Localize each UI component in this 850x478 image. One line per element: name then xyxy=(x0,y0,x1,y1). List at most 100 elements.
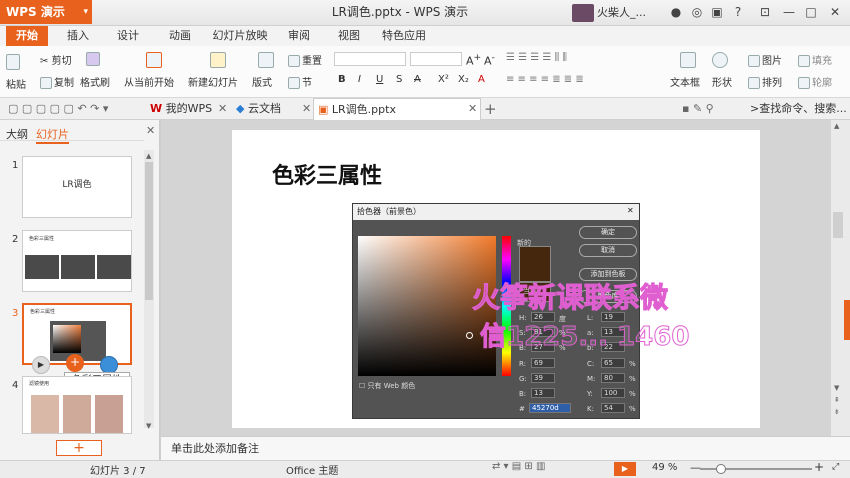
paste-button[interactable]: 粘贴 xyxy=(6,76,26,91)
scrollbar-thumb[interactable] xyxy=(833,212,843,238)
play-icon[interactable]: ▶ xyxy=(32,356,50,374)
page-nav-icons[interactable]: ▼ ⇞ ⇟ xyxy=(834,382,840,418)
copy-button[interactable]: 复制 xyxy=(40,74,74,89)
close-tab-icon[interactable]: ✕ xyxy=(218,98,227,120)
layout-button[interactable]: 版式 xyxy=(252,74,272,89)
play-from-current-icon xyxy=(146,52,164,68)
watermark-line1: 火筝新课联系微 xyxy=(471,281,669,315)
font-size-select[interactable] xyxy=(410,52,462,66)
subscript-icon[interactable]: X₂ xyxy=(458,74,469,85)
grow-font-icon[interactable]: A+ xyxy=(466,52,481,68)
brush-icon[interactable] xyxy=(86,52,102,66)
user-account[interactable]: 火柴人_... xyxy=(572,3,646,23)
format-painter-button[interactable]: 格式刷 xyxy=(80,74,110,89)
add-slide-icon[interactable]: + xyxy=(66,354,84,372)
thumb-title: 色彩三属性 xyxy=(29,236,55,242)
watermark-line2: 信1225... 1460 xyxy=(479,322,690,353)
tab-my-wps[interactable]: W 我的WPS xyxy=(146,98,212,120)
zoom-level: 49 % xyxy=(652,462,678,473)
tab-insert[interactable]: 插入 xyxy=(60,26,96,46)
tab-slides[interactable]: 幻灯片 xyxy=(36,126,69,144)
slide-thumbnail-1[interactable]: LR调色 xyxy=(22,156,132,218)
restore-panel-icon[interactable]: ⊡ xyxy=(754,2,776,22)
scroll-up-icon[interactable]: ▲ xyxy=(146,152,151,160)
picture-button[interactable]: 图片 xyxy=(748,52,782,67)
avatar xyxy=(572,4,594,22)
from-current-button[interactable]: 从当前开始 xyxy=(124,74,174,89)
thumb-title: 滤镜使用 xyxy=(29,381,50,387)
underline-icon[interactable]: U xyxy=(376,74,383,85)
slide-thumbnail-4[interactable]: 滤镜使用 xyxy=(22,376,132,434)
slideshow-play-icon[interactable]: ▶ xyxy=(614,462,636,476)
paste-icon[interactable] xyxy=(6,54,22,70)
scrollbar-thumb[interactable] xyxy=(145,162,153,300)
fill-button[interactable]: 填充 xyxy=(798,52,832,67)
slide-thumbnail-2[interactable]: 色彩三属性 xyxy=(22,230,132,292)
thumb-photo xyxy=(95,395,123,433)
cut-button[interactable]: ✂ 剪切 xyxy=(40,52,72,67)
font-color-icon[interactable]: A xyxy=(478,74,485,85)
close-tab-icon[interactable]: ✕ xyxy=(302,98,311,120)
tab-view[interactable]: 视图 xyxy=(332,26,366,46)
tab-review[interactable]: 审阅 xyxy=(282,26,316,46)
list-icons[interactable]: ☰ ☰ ☰ ☰ ⫼ ⫼ xyxy=(506,52,567,63)
view-toggle-icons[interactable]: ⇄ ▾ ▤ ⊞ ▥ xyxy=(492,461,545,472)
tab-cloud-docs[interactable]: ◆ 云文档 xyxy=(232,98,281,120)
cmyk-k-unit: % xyxy=(629,405,636,413)
shadow-icon[interactable]: S xyxy=(396,74,402,85)
superscript-icon[interactable]: X² xyxy=(438,74,449,85)
settings-icon[interactable]: ◎ xyxy=(686,2,708,22)
reset-button[interactable]: 重置 xyxy=(288,52,322,67)
thumb-title: 色彩三属性 xyxy=(30,309,56,315)
maximize-icon[interactable]: □ xyxy=(800,2,822,22)
web-colors-label: 只有 Web 颜色 xyxy=(367,382,416,390)
shape-button[interactable]: 形状 xyxy=(712,74,732,89)
align-icons[interactable]: ≡ ≡ ≡ ≡ ≣ ≣ ≣ xyxy=(506,74,584,85)
strikethrough-icon[interactable]: A xyxy=(414,74,421,85)
bold-icon[interactable]: B xyxy=(338,74,346,85)
zoom-in-icon[interactable]: + xyxy=(814,460,824,474)
new-slide-bottom-button[interactable]: + xyxy=(56,440,102,456)
tab-lr-pptx[interactable]: ▣ LR调色.pptx xyxy=(313,98,481,120)
quick-access-icons[interactable]: ▢ ▢ ▢ ▢ ▢ ↶ ↷ ▾ xyxy=(4,98,108,120)
rgb-b-field: 13 xyxy=(531,388,555,398)
tab-home[interactable]: 开始 xyxy=(6,26,48,46)
help-icon[interactable]: ? xyxy=(727,2,749,22)
tab-slideshow[interactable]: 幻灯片放映 xyxy=(210,26,270,46)
app-menu-button[interactable]: WPS 演示 ▾ xyxy=(0,0,92,24)
close-panel-icon[interactable]: ✕ xyxy=(146,124,155,137)
skin-icon[interactable]: ● xyxy=(665,2,687,22)
new-tab-icon[interactable]: + xyxy=(484,98,497,120)
font-name-select[interactable] xyxy=(334,52,406,66)
close-icon[interactable]: ✕ xyxy=(824,2,846,22)
thumb-image xyxy=(97,255,131,279)
arrange-button[interactable]: 排列 xyxy=(748,74,782,89)
shrink-font-icon[interactable]: A- xyxy=(484,52,495,68)
scroll-down-icon[interactable]: ▼ xyxy=(146,422,151,430)
toolbar-extra-icons[interactable]: ▪ ✎ ⚲ xyxy=(678,98,714,120)
text-box-button[interactable]: 文本框 xyxy=(670,74,700,89)
arrange-label: 排列 xyxy=(762,78,782,89)
notes-field[interactable]: 单击此处添加备注 xyxy=(161,436,850,460)
picture-label: 图片 xyxy=(762,56,782,67)
shape-icon xyxy=(712,52,730,68)
picker-cancel: 取消 xyxy=(579,244,637,257)
fit-window-icon[interactable]: ⤢ xyxy=(832,462,839,472)
close-tab-icon[interactable]: ✕ xyxy=(468,98,477,120)
tab-design[interactable]: 设计 xyxy=(110,26,146,46)
tab-special[interactable]: 特色应用 xyxy=(378,26,430,46)
search-command-input[interactable]: >查找命令、搜索... xyxy=(746,98,847,120)
share-icon[interactable]: ▣ xyxy=(706,2,728,22)
tab-animation[interactable]: 动画 xyxy=(162,26,198,46)
slide-title[interactable]: 色彩三属性 xyxy=(272,158,382,190)
minimize-icon[interactable]: — xyxy=(778,2,800,22)
new-slide-button[interactable]: 新建幻灯片 xyxy=(188,74,238,89)
scroll-up-icon[interactable]: ▲ xyxy=(834,122,839,130)
side-panel-handle[interactable] xyxy=(844,300,850,340)
italic-icon[interactable]: I xyxy=(358,74,361,85)
outline-button[interactable]: 轮廓 xyxy=(798,74,832,89)
zoom-slider-thumb[interactable] xyxy=(716,464,726,474)
hex-label: # xyxy=(519,405,525,413)
wps-logo-icon: W xyxy=(150,102,163,115)
section-button[interactable]: 节 xyxy=(288,74,312,89)
